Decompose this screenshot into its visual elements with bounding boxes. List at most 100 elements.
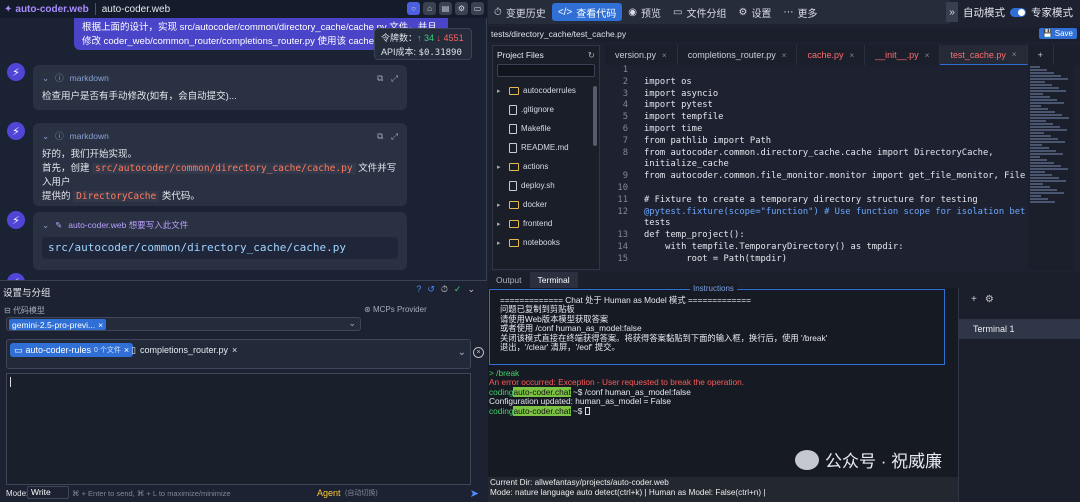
- bot-avatar: ⚡: [7, 63, 25, 81]
- file-search-input[interactable]: [497, 64, 595, 77]
- tree-item[interactable]: deploy.sh: [493, 176, 599, 195]
- collapse-icon[interactable]: ⌄: [42, 71, 49, 85]
- home-icon[interactable]: ⌂: [423, 2, 436, 15]
- gear-icon[interactable]: ⚙: [455, 2, 468, 15]
- model-select[interactable]: gemini-2.5-pro-previ... × ⌄: [6, 317, 361, 331]
- tree-item[interactable]: .gitignore: [493, 100, 599, 119]
- terminal-instance[interactable]: Terminal 1: [959, 319, 1080, 339]
- clear-icon[interactable]: ×: [473, 347, 484, 358]
- gear-icon[interactable]: ⚙: [985, 294, 994, 305]
- bot-avatar: ⚡: [7, 211, 25, 229]
- cost-popup: 令牌数：↑ 34 ↓ 4551 API成本: $0.31890: [374, 28, 472, 60]
- tab-history[interactable]: ⏱ 变更历史: [488, 3, 552, 21]
- check-icon[interactable]: ✓: [454, 284, 462, 295]
- collapse-icon[interactable]: ⌄: [467, 284, 475, 295]
- refresh-icon[interactable]: ↻: [588, 50, 595, 61]
- gear-icon: ⚙: [738, 6, 748, 18]
- file-group-chip[interactable]: ▭ auto-coder-rules 0 个文件 ×: [10, 343, 134, 357]
- copy-icon[interactable]: ⧉: [377, 129, 383, 143]
- file-path: src/autocoder/common/directory_cache/cac…: [42, 237, 398, 259]
- add-icon[interactable]: +: [971, 294, 977, 305]
- tab-file-groups[interactable]: ▭ 文件分组: [667, 3, 732, 21]
- tab-settings[interactable]: ⚙ 设置: [732, 3, 777, 21]
- close-icon[interactable]: ×: [124, 345, 129, 355]
- file-icon: [509, 180, 517, 191]
- chevron-right-icon: ▸: [497, 201, 501, 209]
- code-editor[interactable]: 1 2 import os 3 import asyncio 4 import pytest…: [605, 65, 1025, 270]
- reset-icon[interactable]: ↺: [427, 284, 435, 295]
- history-icon[interactable]: ⏱: [441, 284, 448, 295]
- tree-item[interactable]: ▸ autocoderrules: [493, 81, 599, 100]
- chat-footer: Mode: Write ⌘ + Enter to send, ⌘ + L to …: [6, 486, 479, 500]
- chat-input[interactable]: [6, 373, 471, 485]
- editor-tab[interactable]: __init__.py ×: [865, 45, 941, 65]
- folder-icon: [509, 86, 519, 95]
- file-group-select[interactable]: ▭ auto-coder-rules 0 个文件 × ▯ completions_rou…: [6, 339, 471, 369]
- editor-tab[interactable]: test_cache.py ×: [940, 45, 1028, 65]
- settings-panel: 设置与分组 ? ↺ ⏱ ✓ ⌄ ⊟ 代码模型 ⊛ MCPs Provider g…: [0, 280, 487, 502]
- instructions-box: Instructions ============= Chat 处于 Human …: [489, 284, 945, 365]
- terminal-sidebar: + ⚙ Terminal 1: [958, 288, 1080, 502]
- help-icon[interactable]: ?: [416, 284, 421, 295]
- copy-icon[interactable]: ⧉: [377, 71, 383, 85]
- mode-select[interactable]: Write: [27, 486, 69, 499]
- tree-item[interactable]: ▸ docker: [493, 195, 599, 214]
- file-chip[interactable]: ▯ completions_router.py ×: [131, 343, 237, 357]
- collapse-icon[interactable]: ⌄: [42, 129, 49, 143]
- file-write-card: ⌄ ✎ auto-coder.web 想要写入此文件 src/autocoder/c…: [33, 212, 407, 270]
- code-line: 5 import tempfile: [622, 112, 724, 123]
- editor-tab[interactable]: completions_router.py ×: [678, 45, 798, 65]
- tree-item[interactable]: README.md: [493, 138, 599, 157]
- close-icon: ×: [849, 50, 855, 60]
- tree-item[interactable]: Makefile: [493, 119, 599, 138]
- tab-terminal[interactable]: Terminal: [529, 272, 578, 288]
- minimap[interactable]: [1028, 65, 1074, 270]
- tree-item[interactable]: ▸ notebooks: [493, 233, 599, 252]
- code-line: 6 import time: [622, 123, 703, 134]
- editor-tab[interactable]: version.py ×: [605, 45, 678, 65]
- circle-icon[interactable]: ○: [407, 2, 420, 15]
- close-icon[interactable]: ×: [232, 345, 237, 355]
- file-icon: [509, 104, 517, 115]
- code-line: 7 from pathlib import Path: [622, 135, 772, 146]
- send-icon[interactable]: ➤: [470, 487, 479, 500]
- add-tab-icon[interactable]: +: [1028, 45, 1054, 65]
- view-tabs: ⏱ 变更历史 </> 查看代码 ◉ 预览 ▭ 文件分组 ⚙ 设置 ⋯ 更多 » 自动模式 专…: [488, 0, 1080, 24]
- chevron-down-icon: ⌄: [348, 318, 356, 328]
- watermark: 公众号 · 祝威廉: [795, 447, 942, 472]
- editor-tab[interactable]: cache.py ×: [797, 45, 866, 65]
- close-icon: ×: [924, 50, 930, 60]
- expand-icon[interactable]: ⤢: [391, 71, 398, 85]
- mode-toggles: » 自动模式 专家模式: [946, 0, 1080, 24]
- bot-avatar: ⚡: [7, 122, 25, 140]
- expand-icon[interactable]: »: [946, 2, 958, 22]
- expand-icon[interactable]: ⤢: [391, 129, 398, 143]
- folder-icon: [509, 200, 519, 209]
- code-line: initialize_cache: [644, 159, 729, 170]
- chevron-right-icon: ▸: [497, 87, 501, 95]
- tab-more[interactable]: ⋯ 更多: [777, 3, 823, 21]
- info-icon: ⓘ: [55, 73, 64, 83]
- auto-mode-toggle[interactable]: [1010, 7, 1026, 17]
- file-icon: [509, 123, 517, 134]
- close-icon[interactable]: ×: [98, 320, 103, 330]
- tree-item[interactable]: ▸ actions: [493, 157, 599, 176]
- tab-code[interactable]: </> 查看代码: [551, 3, 623, 21]
- tree-item[interactable]: ▸ frontend: [493, 214, 599, 233]
- code-line: 15 root = Path(tmpdir): [617, 253, 787, 264]
- file-icon[interactable]: ▤: [439, 2, 452, 15]
- agent-toggle[interactable]: Agent: [317, 488, 341, 498]
- chevron-right-icon: ▸: [497, 220, 501, 228]
- chat-messages: 根据上面的设计，实现 src/autocoder/common/director…: [0, 18, 487, 280]
- sparkle-icon: ✦: [4, 3, 13, 15]
- code-line: 2 import os: [622, 76, 692, 87]
- tab-output[interactable]: Output: [488, 272, 530, 288]
- settings-title: 设置与分组: [3, 288, 51, 299]
- save-button[interactable]: 💾 Save: [1038, 28, 1077, 39]
- scrollbar[interactable]: [593, 86, 597, 146]
- window-icon[interactable]: ▭: [471, 2, 484, 15]
- tab-preview[interactable]: ◉ 预览: [622, 3, 667, 21]
- collapse-icon[interactable]: ⌄: [42, 218, 49, 232]
- brand-logo[interactable]: ✦ auto-coder.web: [4, 4, 89, 15]
- code-line: 9 from autocoder.common.file_monitor.moni…: [622, 171, 1025, 182]
